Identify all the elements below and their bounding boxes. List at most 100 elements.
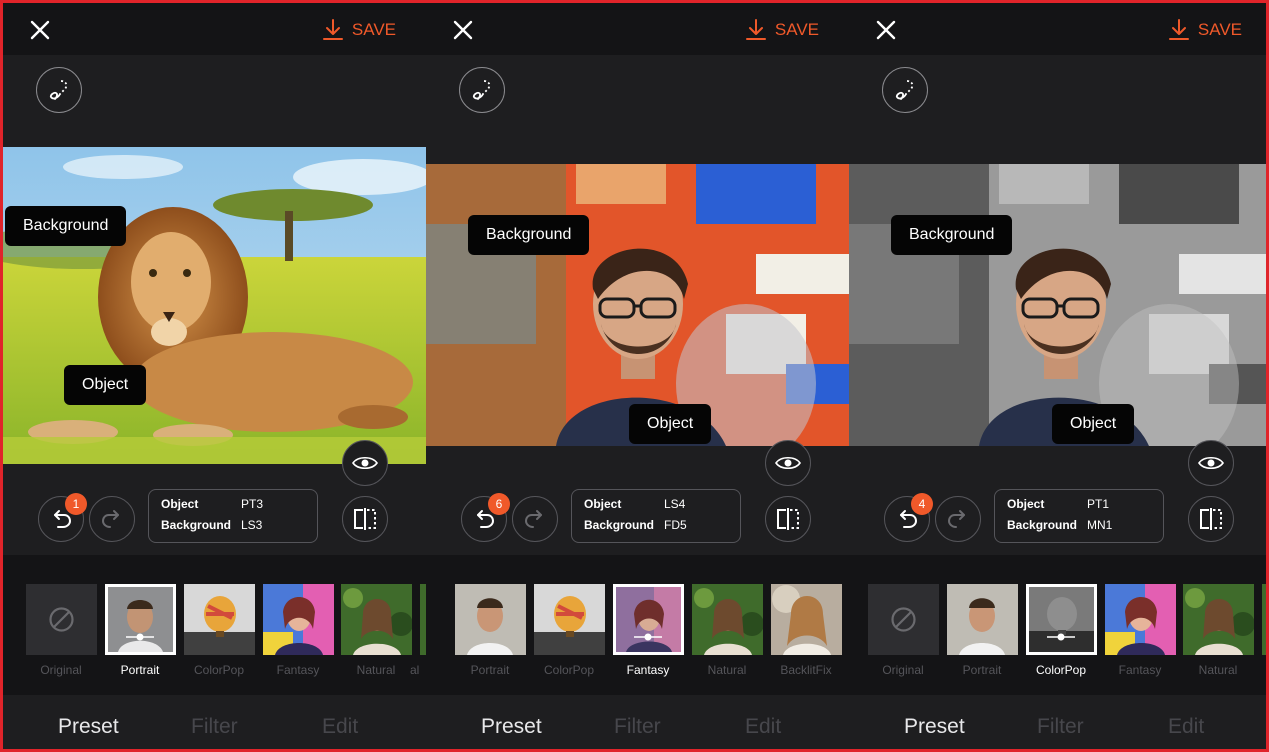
thumb-label-portrait: Portrait [470, 663, 510, 677]
preset-strip[interactable]: Portrait ColorPop Fantasy Natural Backli… [426, 555, 849, 695]
thumb-natural[interactable] [341, 584, 412, 655]
thumb-colorpop[interactable] [184, 584, 255, 655]
download-icon [1168, 19, 1189, 40]
tab-preset[interactable]: Preset [904, 715, 965, 739]
thumb-portrait[interactable] [455, 584, 526, 655]
object-key: Object [584, 497, 622, 511]
tab-filter[interactable]: Filter [1037, 715, 1084, 739]
thumb-colorpop[interactable] [1026, 584, 1097, 655]
thumb-label-backlitfix: BacklitFix [780, 663, 832, 677]
object-tag[interactable]: Object [1052, 404, 1135, 444]
top-bar: SAVE [426, 3, 849, 55]
thumb-label-fantasy: Fantasy [1118, 663, 1162, 677]
redo-icon [524, 510, 542, 528]
preset-info-box: Object PT3 Background LS3 [148, 489, 318, 543]
selection-brush-button[interactable] [36, 67, 82, 113]
object-tag[interactable]: Object [629, 404, 712, 444]
preview-toggle-button[interactable] [765, 440, 811, 486]
editor-panel-3: SAVE Background Object 4 Object PT1 Back… [849, 3, 1266, 749]
selection-brush-button[interactable] [882, 67, 928, 113]
preview-toggle-button[interactable] [1188, 440, 1234, 486]
thumb-label-colorpop: ColorPop [193, 663, 245, 677]
download-icon [745, 19, 766, 40]
preview-toggle-button[interactable] [342, 440, 388, 486]
preset-strip[interactable]: Original Portrait ColorPop Fantasy Natur… [849, 555, 1266, 695]
preset-info-box: Object PT1 Background MN1 [994, 489, 1164, 543]
undo-count-badge: 4 [911, 493, 933, 515]
colorpop-thumbnail [534, 584, 605, 655]
lion-photo [3, 147, 426, 464]
undo-count-badge: 6 [488, 493, 510, 515]
thumb-colorpop[interactable] [534, 584, 605, 655]
tab-preset[interactable]: Preset [58, 715, 119, 739]
save-button[interactable]: SAVE [322, 17, 396, 43]
colorpop-thumbnail [1029, 587, 1094, 652]
bottom-tabs: Preset Filter Edit [3, 695, 426, 749]
thumb-fantasy[interactable] [263, 584, 334, 655]
background-tag[interactable]: Background [468, 215, 590, 255]
object-tag[interactable]: Object [64, 365, 147, 405]
bottom-tabs: Preset Filter Edit [426, 695, 849, 749]
redo-button[interactable] [89, 496, 135, 542]
no-filter-icon [891, 607, 916, 632]
eye-icon [352, 456, 378, 470]
tab-edit[interactable]: Edit [322, 715, 358, 739]
photo-canvas[interactable]: Background Object [3, 147, 426, 464]
lasso-brush-icon [895, 80, 914, 100]
portrait-thumbnail [108, 587, 173, 652]
no-filter-icon [49, 607, 74, 632]
top-bar: SAVE [849, 3, 1266, 55]
redo-button[interactable] [512, 496, 558, 542]
close-button[interactable] [448, 15, 478, 45]
background-value: LS3 [241, 518, 263, 532]
background-tag[interactable]: Background [5, 206, 127, 246]
redo-icon [947, 510, 965, 528]
compare-button[interactable] [342, 496, 388, 542]
portrait-thumbnail [455, 584, 526, 655]
tab-edit[interactable]: Edit [745, 715, 781, 739]
download-icon [322, 19, 343, 40]
compare-button[interactable] [1188, 496, 1234, 542]
save-button[interactable]: SAVE [1168, 17, 1242, 43]
tab-preset[interactable]: Preset [481, 715, 542, 739]
background-key: Background [1007, 518, 1078, 532]
compare-button[interactable] [765, 496, 811, 542]
photo-canvas[interactable]: Background Object [426, 164, 849, 446]
undo-count-badge: 1 [65, 493, 87, 515]
thumb-label-partial: al [410, 663, 420, 677]
thumb-portrait[interactable] [947, 584, 1018, 655]
tab-filter[interactable]: Filter [191, 715, 238, 739]
selection-brush-button[interactable] [459, 67, 505, 113]
redo-button[interactable] [935, 496, 981, 542]
thumb-original[interactable] [26, 584, 97, 655]
thumb-partial[interactable] [1262, 584, 1266, 655]
photo-canvas[interactable]: Background Object [849, 164, 1266, 446]
close-icon [30, 20, 50, 40]
background-key: Background [584, 518, 655, 532]
thumb-original[interactable] [868, 584, 939, 655]
thumb-portrait[interactable] [105, 584, 176, 655]
background-tag[interactable]: Background [891, 215, 1013, 255]
object-value: LS4 [664, 497, 686, 511]
lasso-brush-icon [49, 80, 68, 100]
colorpop-thumbnail [184, 584, 255, 655]
close-button[interactable] [25, 15, 55, 45]
thumb-fantasy[interactable] [613, 584, 684, 655]
tab-filter[interactable]: Filter [614, 715, 661, 739]
thumb-label-original: Original [882, 663, 924, 677]
close-icon [453, 20, 473, 40]
thumb-label-fantasy: Fantasy [626, 663, 670, 677]
thumb-label-natural: Natural [707, 663, 747, 677]
thumb-natural[interactable] [692, 584, 763, 655]
thumb-backlitfix[interactable] [771, 584, 842, 655]
tab-edit[interactable]: Edit [1168, 715, 1204, 739]
save-label: SAVE [351, 20, 396, 39]
object-key: Object [1007, 497, 1045, 511]
close-button[interactable] [871, 15, 901, 45]
preset-info-box: Object LS4 Background FD5 [571, 489, 741, 543]
preset-strip[interactable]: Original Portrait ColorPop Fantasy Natur… [3, 555, 426, 695]
thumb-natural[interactable] [1183, 584, 1254, 655]
thumb-fantasy[interactable] [1105, 584, 1176, 655]
backlitfix-thumbnail [771, 584, 842, 655]
save-button[interactable]: SAVE [745, 17, 819, 43]
